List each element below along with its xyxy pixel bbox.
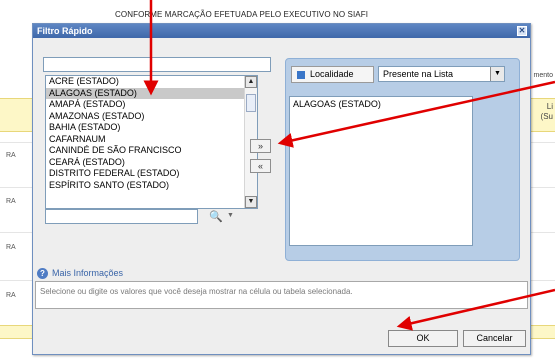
filter-input[interactable] <box>43 57 271 72</box>
localidade-button[interactable]: Localidade <box>291 66 374 83</box>
scroll-thumb[interactable] <box>246 94 256 112</box>
list-item[interactable]: DISTRITO FEDERAL (ESTADO) <box>46 168 257 180</box>
bg-column-subheader: (Su <box>540 112 553 121</box>
bg-row-label: RA <box>6 244 16 251</box>
list-item[interactable]: AMAPÁ (ESTADO) <box>46 99 257 111</box>
list-item[interactable]: ACRE (ESTADO) <box>46 76 257 88</box>
bg-row-label: RA <box>6 292 16 299</box>
cancel-button[interactable]: Cancelar <box>463 330 526 347</box>
list-item[interactable]: CEARÁ (ESTADO) <box>46 157 257 169</box>
dimension-icon <box>297 71 305 79</box>
page-header-text: CONFORME MARCAÇÃO EFETUADA PELO EXECUTIV… <box>115 10 369 19</box>
bg-row-label: RA <box>6 152 16 159</box>
list-item[interactable]: CANINDÉ DE SÃO FRANCISCO <box>46 145 257 157</box>
bg-row-label: RA <box>6 198 16 205</box>
list-item-selected[interactable]: ALAGOAS (ESTADO) <box>46 87 257 99</box>
values-listbox[interactable]: ACRE (ESTADO) ALAGOAS (ESTADO) AMAPÁ (ES… <box>45 75 258 209</box>
chevron-down-icon[interactable]: ▼ <box>490 67 504 81</box>
more-info-link[interactable]: ? Mais Informações <box>37 268 124 280</box>
close-icon[interactable]: ✕ <box>517 26 527 36</box>
list-item[interactable]: ESPÍRITO SANTO (ESTADO) <box>46 180 257 192</box>
move-right-button[interactable]: » <box>250 139 271 153</box>
localidade-label: Localidade <box>310 69 354 79</box>
search-input[interactable] <box>45 209 198 224</box>
scroll-up-icon[interactable]: ▲ <box>245 76 257 88</box>
more-info-label: Mais Informações <box>52 268 124 278</box>
list-item[interactable]: BAHIA (ESTADO) <box>46 122 257 134</box>
info-icon: ? <box>37 268 48 280</box>
scroll-down-icon[interactable]: ▼ <box>245 196 257 208</box>
presence-select-value: Presente na Lista <box>383 69 454 79</box>
filter-dialog: Filtro Rápido ✕ ACRE (ESTADO) ALAGOAS (E… <box>32 23 531 355</box>
dialog-title: Filtro Rápido <box>37 26 93 36</box>
ok-button[interactable]: OK <box>388 330 458 347</box>
move-left-button[interactable]: « <box>250 159 271 173</box>
selected-values-list[interactable]: ALAGOAS (ESTADO) <box>289 96 473 246</box>
presence-select[interactable]: Presente na Lista ▼ <box>378 66 505 82</box>
list-item[interactable]: CAFARNAUM <box>46 134 257 146</box>
dialog-titlebar[interactable]: Filtro Rápido ✕ <box>33 24 530 38</box>
bg-column-header: Li <box>546 102 553 111</box>
info-description: Selecione ou digite os valores que você … <box>35 281 528 309</box>
binoculars-icon[interactable]: 🔍 <box>209 210 223 223</box>
selected-value-item[interactable]: ALAGOAS (ESTADO) <box>290 97 472 109</box>
list-item[interactable]: AMAZONAS (ESTADO) <box>46 111 257 123</box>
bg-column-label: mento <box>533 72 553 79</box>
chevron-down-icon[interactable]: ▼ <box>227 212 234 219</box>
